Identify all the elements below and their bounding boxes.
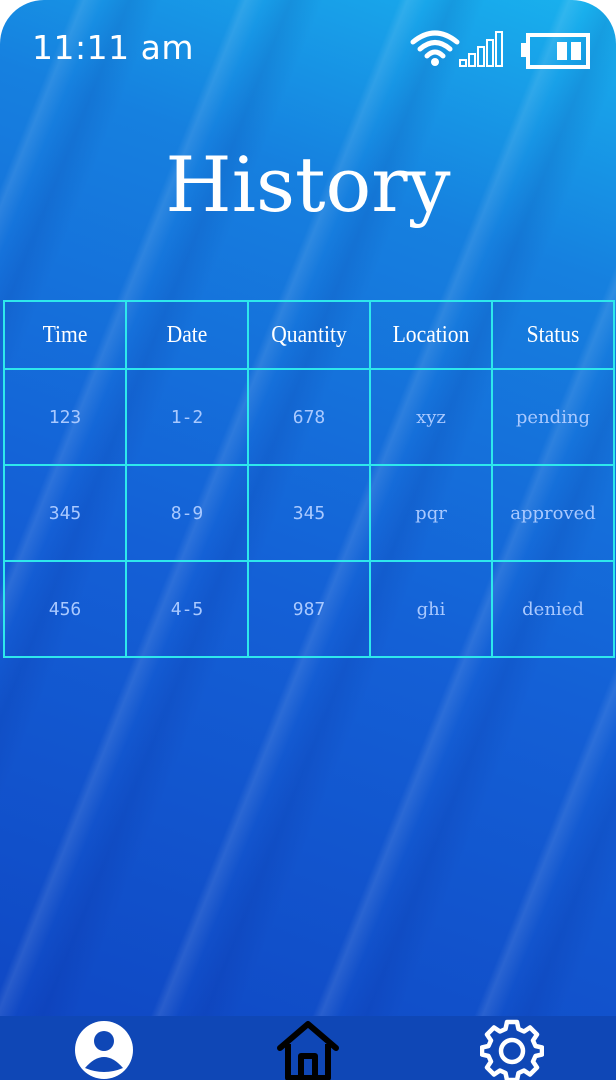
cell-time: 345 [3, 464, 127, 562]
profile-icon [75, 1021, 133, 1079]
column-header-quantity: Quantity [253, 300, 365, 370]
column-header-location: Location [375, 300, 487, 370]
signal-bars-icon [459, 31, 503, 67]
cell-location: pqr [369, 464, 493, 562]
table-header-row: Time Date Quantity Location Status [4, 300, 614, 370]
home-icon [277, 1021, 339, 1080]
cell-quantity: 345 [247, 464, 371, 562]
home-button[interactable] [276, 1018, 340, 1080]
cell-date: 1-2 [125, 368, 249, 466]
status-time: 11:11 am [32, 28, 194, 67]
cell-date: 4-5 [125, 560, 249, 658]
cell-status: denied [491, 560, 615, 658]
gear-icon [479, 1019, 545, 1080]
cell-time: 456 [3, 560, 127, 658]
table-row: 345 8-9 345 pqr approved [3, 464, 615, 562]
cell-quantity: 987 [247, 560, 371, 658]
cell-time: 123 [3, 368, 127, 466]
phone-screen: 11:11 am History Time Date Quantity Loca… [0, 0, 616, 1080]
status-bar: 11:11 am [0, 0, 616, 100]
column-header-date: Date [131, 300, 243, 370]
history-table: Time Date Quantity Location Status 123 1… [3, 300, 615, 658]
column-header-status: Status [497, 300, 609, 370]
wifi-icon [410, 30, 460, 66]
settings-button[interactable] [479, 1018, 545, 1080]
table-row: 456 4-5 987 ghi denied [3, 560, 615, 658]
page-title: History [165, 140, 451, 229]
bottom-nav [0, 1016, 616, 1080]
cell-status: pending [491, 368, 615, 466]
profile-button[interactable] [72, 1018, 136, 1080]
battery-icon [521, 33, 590, 69]
cell-status: approved [491, 464, 615, 562]
table-row: 123 1-2 678 xyz pending [3, 368, 615, 466]
cell-date: 8-9 [125, 464, 249, 562]
cell-location: xyz [369, 368, 493, 466]
cell-location: ghi [369, 560, 493, 658]
column-header-time: Time [9, 300, 121, 370]
cell-quantity: 678 [247, 368, 371, 466]
